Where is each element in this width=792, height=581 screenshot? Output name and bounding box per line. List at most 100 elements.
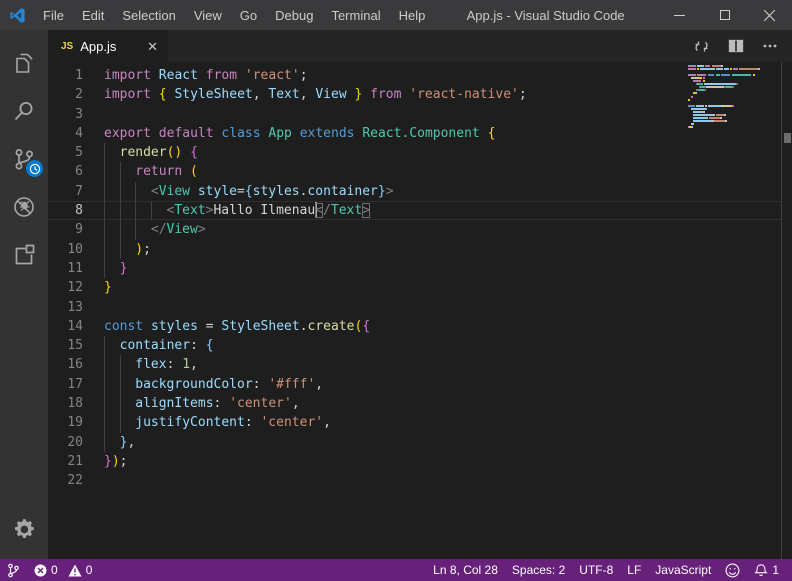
indent-guide	[120, 220, 136, 239]
split-editor-icon[interactable]	[728, 38, 744, 54]
code-line-8[interactable]: 8<Text>Hallo Ilmenau</Text>	[48, 201, 781, 220]
status-item-4[interactable]: JavaScript	[648, 559, 718, 581]
menubar: FileEditSelectionViewGoDebugTerminalHelp	[34, 0, 434, 30]
problems-item[interactable]: 0 0	[27, 559, 99, 581]
indent-guide	[120, 240, 136, 259]
line-number: 15	[48, 336, 104, 355]
line-number: 1	[48, 66, 104, 85]
sync-clock-badge	[26, 160, 43, 177]
code-line-12[interactable]: 12}	[48, 278, 781, 297]
menu-terminal[interactable]: Terminal	[322, 0, 389, 30]
status-bar: 0 0	[0, 559, 792, 581]
indent-guide	[135, 182, 151, 201]
search-icon[interactable]	[0, 87, 48, 135]
code-line-20[interactable]: 20},	[48, 433, 781, 452]
indent-guide	[104, 143, 120, 162]
code-line-10[interactable]: 10);	[48, 240, 781, 259]
code-line-5[interactable]: 5render() {	[48, 143, 781, 162]
line-number: 20	[48, 433, 104, 452]
indent-guide	[104, 355, 120, 374]
code-line-2[interactable]: 2import { StyleSheet, Text, View } from …	[48, 85, 781, 104]
line-number: 11	[48, 259, 104, 278]
status-item-1[interactable]: Spaces: 2	[505, 559, 572, 581]
line-number: 10	[48, 240, 104, 259]
line-number: 21	[48, 452, 104, 471]
menu-edit[interactable]: Edit	[73, 0, 113, 30]
line-number: 9	[48, 220, 104, 239]
feedback-smiley-icon[interactable]	[718, 559, 747, 581]
more-actions-icon[interactable]	[762, 38, 778, 54]
indent-guide	[104, 182, 120, 201]
indent-guide	[120, 162, 136, 181]
code-line-17[interactable]: 17backgroundColor: '#fff',	[48, 375, 781, 394]
vertical-scrollbar[interactable]	[781, 62, 792, 559]
menu-debug[interactable]: Debug	[266, 0, 322, 30]
explorer-icon[interactable]	[0, 39, 48, 87]
code-line-15[interactable]: 15container: {	[48, 336, 781, 355]
code-line-13[interactable]: 13	[48, 298, 781, 317]
line-number: 17	[48, 375, 104, 394]
debug-icon[interactable]	[0, 183, 48, 231]
indent-guide	[104, 413, 120, 432]
window-title: App.js - Visual Studio Code	[434, 8, 657, 23]
indent-guide	[151, 201, 167, 220]
code-line-7[interactable]: 7<View style={styles.container}>	[48, 182, 781, 201]
line-number: 3	[48, 105, 104, 124]
indent-guide	[104, 201, 120, 220]
notifications-item[interactable]: 1	[747, 559, 786, 581]
code-line-16[interactable]: 16flex: 1,	[48, 355, 781, 374]
code-line-21[interactable]: 21});	[48, 452, 781, 471]
code-line-3[interactable]: 3	[48, 105, 781, 124]
git-branch-item[interactable]	[0, 559, 27, 581]
minimap[interactable]	[688, 65, 780, 143]
vscode-window: FileEditSelectionViewGoDebugTerminalHelp…	[0, 0, 792, 581]
indent-guide	[104, 394, 120, 413]
indent-guide	[135, 201, 151, 220]
line-number: 5	[48, 143, 104, 162]
line-number: 2	[48, 85, 104, 104]
vscode-logo-icon	[0, 7, 34, 24]
manage-gear-icon[interactable]	[0, 505, 48, 553]
line-number: 13	[48, 298, 104, 317]
line-number: 18	[48, 394, 104, 413]
close-button[interactable]	[747, 0, 792, 30]
status-item-2[interactable]: UTF-8	[572, 559, 620, 581]
code-line-19[interactable]: 19justifyContent: 'center',	[48, 413, 781, 432]
code-line-6[interactable]: 6return (	[48, 162, 781, 181]
status-item-3[interactable]: LF	[620, 559, 648, 581]
window-controls	[657, 0, 792, 30]
javascript-file-icon: JS	[61, 41, 73, 52]
open-changes-icon[interactable]	[693, 38, 710, 55]
overview-cursor-marker	[784, 133, 791, 143]
tab-label: App.js	[80, 39, 147, 54]
code-line-1[interactable]: 1import React from 'react';	[48, 66, 781, 85]
line-number: 19	[48, 413, 104, 432]
menu-go[interactable]: Go	[231, 0, 266, 30]
menu-file[interactable]: File	[34, 0, 73, 30]
menu-help[interactable]: Help	[390, 0, 435, 30]
indent-guide	[120, 201, 136, 220]
menu-selection[interactable]: Selection	[113, 0, 184, 30]
indent-guide	[104, 220, 120, 239]
code-line-22[interactable]: 22	[48, 471, 781, 490]
tab-close-icon[interactable]: ✕	[147, 40, 158, 53]
extensions-icon[interactable]	[0, 231, 48, 279]
code-line-9[interactable]: 9</View>	[48, 220, 781, 239]
tab-bar: JS App.js ✕	[48, 30, 792, 62]
activity-bar	[0, 30, 48, 559]
tab-appjs[interactable]: JS App.js ✕	[48, 30, 168, 62]
indent-guide	[120, 355, 136, 374]
status-item-0[interactable]: Ln 8, Col 28	[426, 559, 505, 581]
code-line-4[interactable]: 4export default class App extends React.…	[48, 124, 781, 143]
titlebar: FileEditSelectionViewGoDebugTerminalHelp…	[0, 0, 792, 30]
code-line-14[interactable]: 14const styles = StyleSheet.create({	[48, 317, 781, 336]
code-editor[interactable]: 1import React from 'react';2import { Sty…	[48, 62, 792, 559]
source-control-icon[interactable]	[0, 135, 48, 183]
line-number: 7	[48, 182, 104, 201]
minimize-button[interactable]	[657, 0, 702, 30]
menu-view[interactable]: View	[185, 0, 231, 30]
code-line-18[interactable]: 18alignItems: 'center',	[48, 394, 781, 413]
maximize-button[interactable]	[702, 0, 747, 30]
indent-guide	[104, 336, 120, 355]
code-line-11[interactable]: 11}	[48, 259, 781, 278]
